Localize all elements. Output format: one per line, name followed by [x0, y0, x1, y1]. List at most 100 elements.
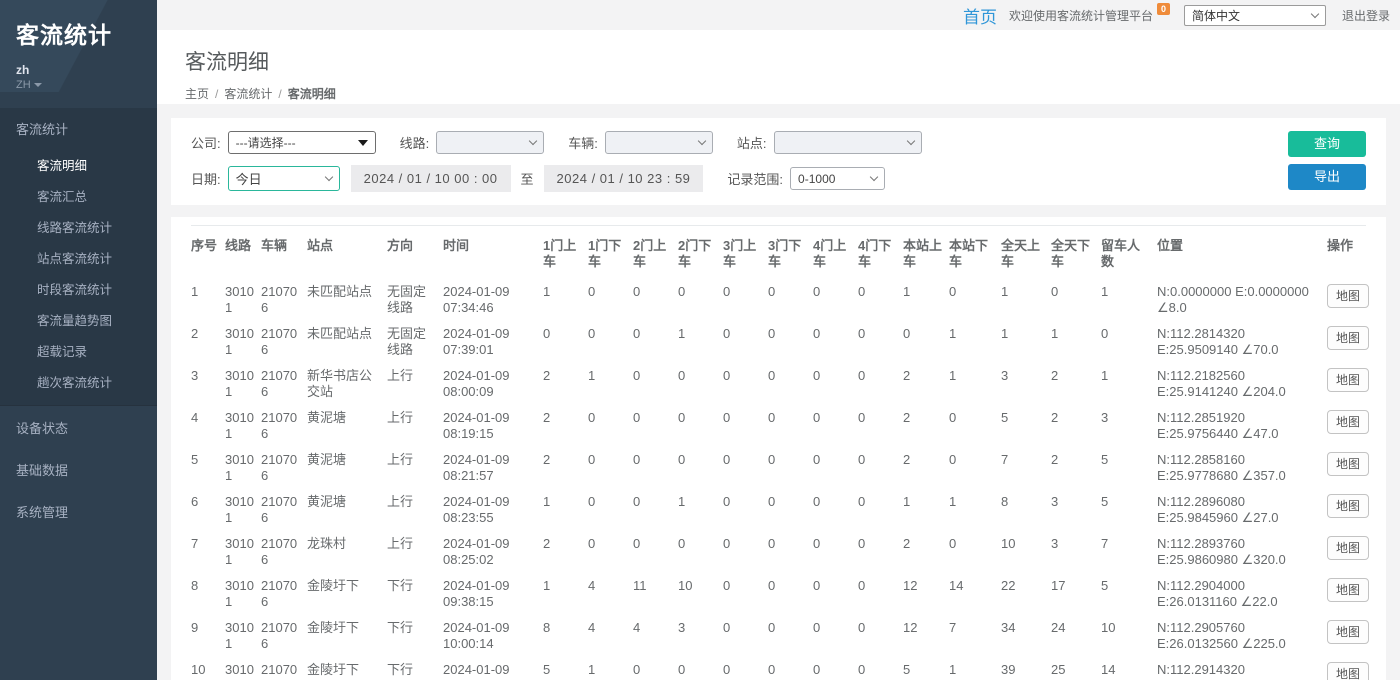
language-select[interactable]: 简体中文: [1184, 5, 1326, 26]
table-cell: 8: [1001, 489, 1051, 531]
table-cell: 30101: [225, 573, 261, 615]
table-cell: 4: [588, 615, 633, 657]
page-heading: 客流明细 主页/客流统计/客流明细: [157, 30, 1400, 104]
column-header: 本站上车: [903, 226, 949, 280]
date-to-input[interactable]: 2024 / 01 / 10 23 : 59: [544, 165, 704, 192]
company-select[interactable]: ---请选择---: [228, 131, 376, 154]
table-cell: 210706: [261, 489, 307, 531]
map-button[interactable]: 地图: [1327, 494, 1369, 518]
table-cell: 30101: [225, 489, 261, 531]
table-cell: 0: [858, 321, 903, 363]
map-button[interactable]: 地图: [1327, 410, 1369, 434]
sidebar-subitem[interactable]: 客流量趋势图: [0, 304, 157, 335]
table-cell: 12: [903, 573, 949, 615]
table-cell: 0: [588, 489, 633, 531]
table-cell: N:112.2914320 E:26.0129980 ∠71.0: [1157, 657, 1327, 680]
sidebar-subitem[interactable]: 超载记录: [0, 335, 157, 366]
table-cell: 0: [723, 657, 768, 680]
map-button[interactable]: 地图: [1327, 368, 1369, 392]
sidebar-item[interactable]: 系统管理: [0, 491, 157, 532]
map-button[interactable]: 地图: [1327, 452, 1369, 476]
line-select[interactable]: [436, 131, 544, 154]
table-cell: 黄泥塘: [307, 405, 387, 447]
sidebar-subitem[interactable]: 站点客流统计: [0, 242, 157, 273]
logout-link[interactable]: 退出登录: [1342, 7, 1390, 24]
map-button[interactable]: 地图: [1327, 620, 1369, 644]
table-cell: 210706: [261, 531, 307, 573]
user-lang-dropdown[interactable]: ZH: [16, 79, 141, 91]
table-cell: 4: [588, 573, 633, 615]
table-cell: 0: [813, 531, 858, 573]
column-header: 时间: [443, 226, 543, 280]
table-cell: 2: [903, 447, 949, 489]
table-cell: 0: [813, 615, 858, 657]
table-cell: 0: [633, 657, 678, 680]
table-cell: 2: [543, 363, 588, 405]
station-select[interactable]: [774, 131, 922, 154]
sidebar-group: 设备状态: [0, 407, 157, 448]
table-row: 430101210706黄泥塘上行2024-01-09 08:19:152000…: [191, 405, 1366, 447]
table-cell: 8: [191, 573, 225, 615]
sidebar-subitem[interactable]: 客流明细: [0, 149, 157, 180]
table-cell: 黄泥塘: [307, 489, 387, 531]
home-link[interactable]: 首页: [963, 3, 997, 28]
breadcrumb-item[interactable]: 客流统计: [224, 87, 272, 101]
table-cell: 1: [903, 489, 949, 531]
map-button[interactable]: 地图: [1327, 284, 1369, 308]
map-button[interactable]: 地图: [1327, 536, 1369, 560]
table-cell: N:112.2814320 E:25.9509140 ∠70.0: [1157, 321, 1327, 363]
table-cell: 3: [191, 363, 225, 405]
table-cell-actions: 地图: [1327, 657, 1366, 680]
table-cell: 1: [1051, 321, 1101, 363]
sidebar-subitem[interactable]: 客流汇总: [0, 180, 157, 211]
table-cell: 0: [858, 531, 903, 573]
vehicle-select[interactable]: [605, 131, 713, 154]
table-cell: 0: [813, 447, 858, 489]
table-cell: N:0.0000000 E:0.0000000 ∠8.0: [1157, 279, 1327, 321]
column-header: 2门下车: [678, 226, 723, 280]
table-cell: N:112.2905760 E:26.0132560 ∠225.0: [1157, 615, 1327, 657]
column-header: 3门下车: [768, 226, 813, 280]
sidebar: 客流统计 zh ZH 客流统计客流明细客流汇总线路客流统计站点客流统计时段客流统…: [0, 0, 157, 680]
sidebar-subitem[interactable]: 趟次客流统计: [0, 366, 157, 397]
table-cell: N:112.2896080 E:25.9845960 ∠27.0: [1157, 489, 1327, 531]
table-cell: 34: [1001, 615, 1051, 657]
table-cell: 30101: [225, 279, 261, 321]
table-cell: 210706: [261, 447, 307, 489]
table-cell: 1: [543, 489, 588, 531]
table-cell: 0: [633, 321, 678, 363]
date-label: 日期:: [191, 169, 221, 188]
sidebar-item[interactable]: 基础数据: [0, 449, 157, 490]
table-cell: 0: [678, 447, 723, 489]
record-range-select[interactable]: 0-1000: [790, 167, 885, 190]
sidebar-item[interactable]: 客流统计: [0, 108, 157, 149]
map-button[interactable]: 地图: [1327, 662, 1369, 680]
vehicle-label: 车辆:: [568, 133, 598, 152]
table-cell: 17: [1051, 573, 1101, 615]
table-cell: 2024-01-09 08:23:55: [443, 489, 543, 531]
table-cell: 0: [768, 405, 813, 447]
notification-badge[interactable]: 0: [1157, 3, 1170, 15]
table-cell: 0: [768, 363, 813, 405]
column-header: 1门上车: [543, 226, 588, 280]
sidebar-subitem[interactable]: 线路客流统计: [0, 211, 157, 242]
table-cell: 30101: [225, 615, 261, 657]
table-cell: 5: [903, 657, 949, 680]
map-button[interactable]: 地图: [1327, 578, 1369, 602]
table-cell: 2024-01-09 07:39:01: [443, 321, 543, 363]
map-button[interactable]: 地图: [1327, 326, 1369, 350]
chevron-down-icon: [34, 83, 42, 87]
sidebar-subitem[interactable]: 时段客流统计: [0, 273, 157, 304]
date-range-select[interactable]: 今日: [228, 166, 340, 191]
table-cell: 210706: [261, 321, 307, 363]
date-from-input[interactable]: 2024 / 01 / 10 00 : 00: [351, 165, 511, 192]
sidebar-item[interactable]: 设备状态: [0, 407, 157, 448]
table-cell: 0: [723, 531, 768, 573]
query-button[interactable]: 查询: [1288, 131, 1366, 157]
table-cell: 30101: [225, 447, 261, 489]
table-cell: 下行: [387, 657, 443, 680]
export-button[interactable]: 导出: [1288, 164, 1366, 190]
breadcrumb-item[interactable]: 主页: [185, 87, 209, 101]
table-cell: 2024-01-09 07:34:46: [443, 279, 543, 321]
table-cell: 1: [949, 657, 1001, 680]
